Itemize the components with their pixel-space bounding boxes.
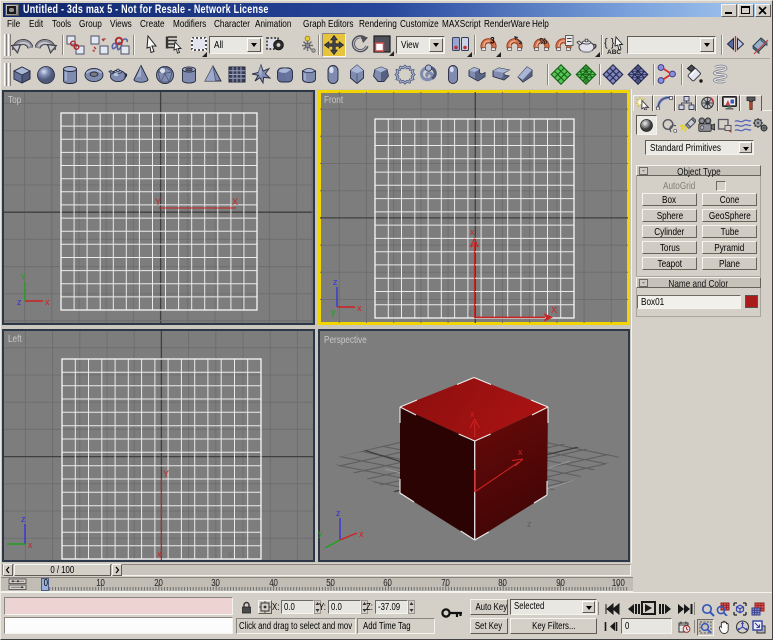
svg-text:3: 3 <box>490 35 495 46</box>
svg-text:y: y <box>331 307 336 317</box>
svg-text:ABC: ABC <box>607 49 621 56</box>
svg-text:x: x <box>470 409 475 419</box>
svg-text:Y: Y <box>163 469 169 479</box>
svg-text:x: x <box>470 227 475 237</box>
svg-text:z: z <box>527 519 532 529</box>
svg-text:x: x <box>359 529 364 539</box>
svg-text:x: x <box>518 447 523 457</box>
svg-text:Perspective: Perspective <box>324 333 367 345</box>
svg-text:X: X <box>232 197 238 207</box>
svg-text:x: x <box>28 540 33 550</box>
svg-text:x: x <box>357 303 362 313</box>
svg-text:z: z <box>17 297 22 307</box>
svg-text:{ }: { } <box>604 37 615 49</box>
svg-text:y: y <box>318 528 323 538</box>
svg-text:%: % <box>540 36 548 46</box>
svg-text:Left: Left <box>8 332 22 344</box>
svg-text:Y: Y <box>20 272 26 282</box>
svg-text:X: X <box>551 305 557 315</box>
svg-text:Front: Front <box>324 93 343 105</box>
svg-text:z: z <box>336 508 341 518</box>
svg-text:Y: Y <box>155 197 161 207</box>
svg-text:z: z <box>21 514 26 524</box>
svg-text:z: z <box>333 277 338 287</box>
svg-text:z: z <box>468 308 472 317</box>
svg-text:x: x <box>228 549 233 559</box>
svg-text:x: x <box>157 549 162 559</box>
svg-text:x: x <box>45 297 50 307</box>
svg-text:Top: Top <box>8 93 21 105</box>
